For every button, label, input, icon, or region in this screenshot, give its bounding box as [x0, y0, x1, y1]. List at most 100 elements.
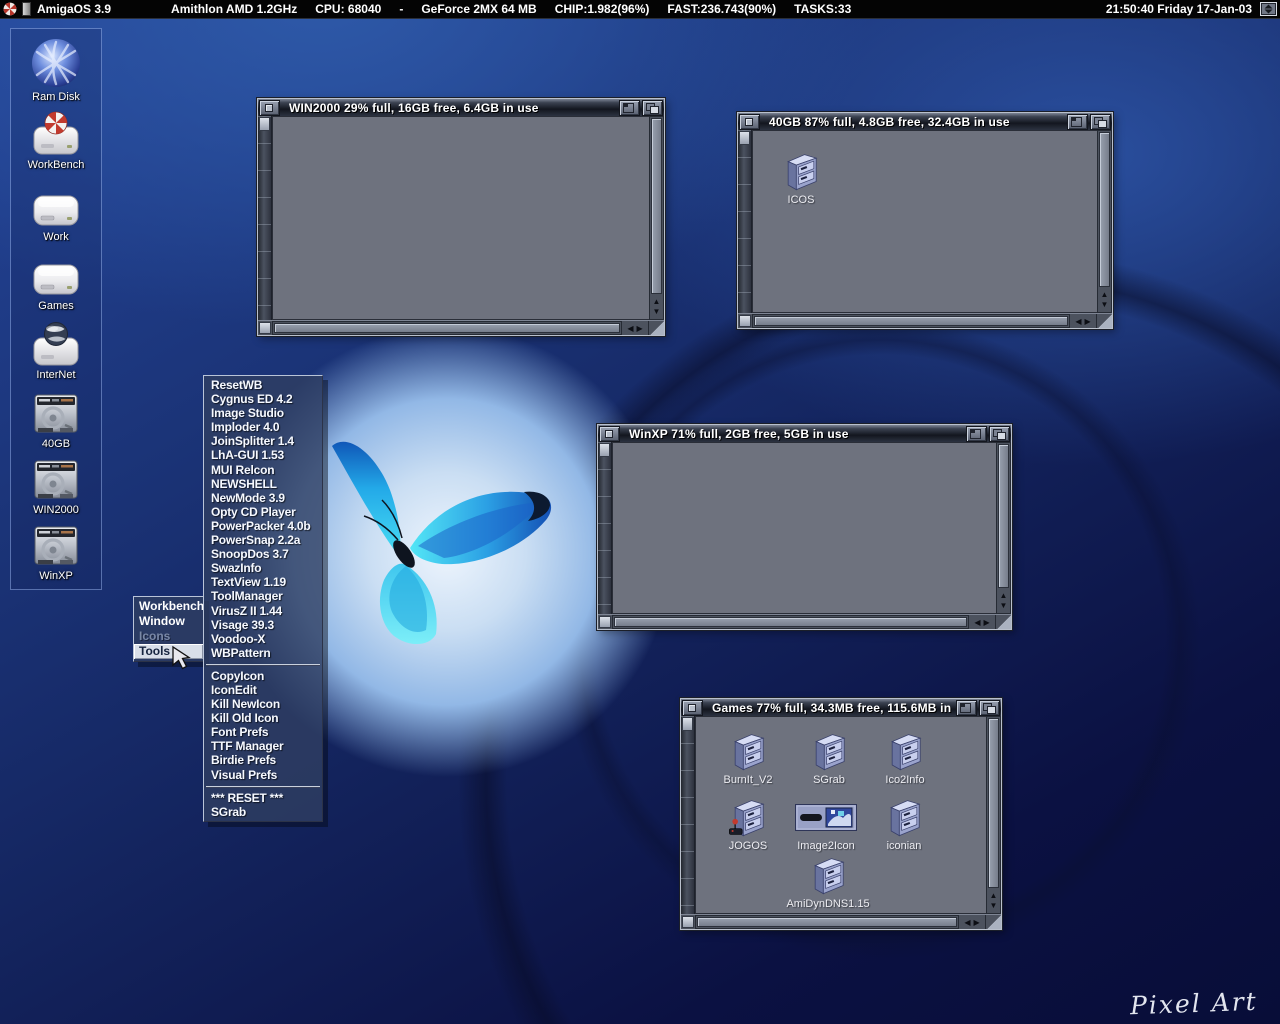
submenu-item[interactable]: WBPattern [204, 646, 322, 660]
submenu-item[interactable]: Cygnus ED 4.2 [204, 392, 322, 406]
submenu-item[interactable]: NewMode 3.9 [204, 491, 322, 505]
titlebar[interactable]: WIN2000 29% full, 16GB free, 6.4GB in us… [258, 99, 664, 116]
submenu-item[interactable]: SwazInfo [204, 561, 322, 575]
folder-icon-iconian[interactable]: iconian [866, 795, 942, 852]
tool-icon-image2icon[interactable]: Image2Icon [788, 795, 864, 852]
hscroll-arrow-icons[interactable]: ◀▶ [622, 321, 648, 335]
vscroll-arrow-icons[interactable]: ▲▼ [1098, 288, 1111, 312]
zoom-button[interactable] [619, 100, 640, 116]
submenu-item[interactable]: Visage 39.3 [204, 618, 322, 632]
submenu-item[interactable]: Opty CD Player [204, 505, 322, 519]
zoom-button[interactable] [966, 426, 987, 442]
submenu-item[interactable]: IconEdit [204, 683, 322, 697]
submenu-item[interactable]: PowerSnap 2.2a [204, 533, 322, 547]
folder-icon-jogos[interactable]: JOGOS [710, 795, 786, 852]
desktop-icon-games[interactable]: Games [11, 244, 101, 312]
depth-button[interactable] [979, 700, 1000, 716]
folder-icon-burnit[interactable]: BurnIt_V2 [710, 729, 786, 786]
resize-handle[interactable] [985, 915, 1001, 929]
submenu-item[interactable]: LhA-GUI 1.53 [204, 448, 322, 462]
submenu-item[interactable]: SGrab [204, 805, 322, 819]
titlebar[interactable]: WinXP 71% full, 2GB free, 5GB in use [598, 425, 1011, 442]
submenu-item[interactable]: Visual Prefs [204, 768, 322, 782]
desktop-icon-workbench[interactable]: WorkBench [11, 103, 101, 171]
vertical-scrollbar[interactable]: ▲▼ [996, 442, 1011, 614]
hscroll-thumb[interactable] [754, 316, 1068, 326]
hscroll-arrow-icons[interactable]: ◀▶ [959, 915, 985, 929]
vertical-scrollbar[interactable]: ▲▼ [649, 116, 664, 320]
submenu-item[interactable]: JoinSplitter 1.4 [204, 434, 322, 448]
vscroll-thumb[interactable] [1099, 132, 1110, 287]
hscroll-thumb[interactable] [614, 617, 967, 627]
close-button[interactable] [682, 700, 703, 716]
folder-icon-ico2info[interactable]: Ico2Info [867, 729, 943, 786]
submenu-item[interactable]: NEWSHELL [204, 477, 322, 491]
menu-item-tools[interactable]: Tools [134, 644, 203, 659]
hscroll-arrow-icons[interactable]: ◀▶ [1070, 314, 1096, 328]
folder-icon-sgrab[interactable]: SGrab [791, 729, 867, 786]
close-button[interactable] [259, 100, 280, 116]
submenu-item[interactable]: CopyIcon [204, 669, 322, 683]
close-button[interactable] [599, 426, 620, 442]
resize-handle[interactable] [1096, 314, 1112, 328]
screen-depth-gadget[interactable] [1260, 2, 1277, 16]
drawer-icon [781, 149, 821, 193]
resize-handle[interactable] [648, 321, 664, 335]
submenu-item[interactable]: MUI Relcon [204, 463, 322, 477]
vertical-scrollbar[interactable]: ▲▼ [1097, 130, 1112, 313]
submenu-item[interactable]: SnoopDos 3.7 [204, 547, 322, 561]
hscroll-thumb[interactable] [697, 917, 957, 927]
hscroll-thumb[interactable] [274, 323, 620, 333]
submenu-item[interactable]: *** RESET *** [204, 791, 322, 805]
desktop-icon-ramdisk[interactable]: Ram Disk [11, 35, 101, 103]
desktop-icon-winxp[interactable]: WinXP [11, 514, 101, 582]
submenu-item[interactable]: Kill Old Icon [204, 711, 322, 725]
submenu-item[interactable]: Voodoo-X [204, 632, 322, 646]
horizontal-scrollbar[interactable] [272, 321, 622, 335]
vscroll-arrow-icons[interactable]: ▲▼ [997, 589, 1010, 613]
vscroll-arrow-icons[interactable]: ▲▼ [987, 889, 1000, 913]
window-bottom-border: ◀▶ [598, 614, 1011, 629]
desktop-icon-40gb[interactable]: 40GB [11, 382, 101, 450]
depth-button[interactable] [989, 426, 1010, 442]
submenu-item[interactable]: TextView 1.19 [204, 575, 322, 589]
submenu-item[interactable]: Image Studio [204, 406, 322, 420]
submenu-item[interactable]: TTF Manager [204, 739, 322, 753]
depth-button[interactable] [1090, 114, 1111, 130]
desktop-icon-win2000[interactable]: WIN2000 [11, 448, 101, 516]
vscroll-thumb[interactable] [998, 444, 1009, 588]
vscroll-arrow-icons[interactable]: ▲▼ [650, 295, 663, 319]
submenu-item[interactable]: Imploder 4.0 [204, 420, 322, 434]
menu-item-window[interactable]: Window [134, 614, 203, 629]
submenu-item[interactable]: VirusZ II 1.44 [204, 604, 322, 618]
horizontal-scrollbar[interactable] [612, 615, 969, 629]
submenu-item[interactable]: ToolManager [204, 589, 322, 603]
resize-handle[interactable] [995, 615, 1011, 629]
titlebar[interactable]: Games 77% full, 34.3MB free, 115.6MB in … [681, 699, 1001, 716]
stat-cpu: CPU: 68040 [315, 2, 381, 16]
desktop-icon-work[interactable]: Work [11, 175, 101, 243]
submenu-item[interactable]: ResetWB [204, 378, 322, 392]
depth-button[interactable] [642, 100, 663, 116]
submenu-item[interactable]: PowerPacker 4.0b [204, 519, 322, 533]
horizontal-scrollbar[interactable] [752, 314, 1070, 328]
close-button[interactable] [739, 114, 760, 130]
window-left-border [681, 716, 695, 914]
vertical-scrollbar[interactable]: ▲▼ [986, 716, 1001, 914]
folder-icon-icos[interactable]: ICOS [763, 149, 839, 206]
desktop-icon-internet[interactable]: InterNet [11, 313, 101, 381]
horizontal-scrollbar[interactable] [695, 915, 959, 929]
submenu-item[interactable]: Birdie Prefs [204, 753, 322, 767]
vscroll-thumb[interactable] [988, 718, 999, 888]
workbench-menu: WorkbenchWindowIconsTools [133, 596, 204, 662]
zoom-button[interactable] [956, 700, 977, 716]
submenu-item[interactable]: Kill NewIcon [204, 697, 322, 711]
submenu-item[interactable]: Font Prefs [204, 725, 322, 739]
zoom-button[interactable] [1067, 114, 1088, 130]
menu-item-workbench[interactable]: Workbench [134, 599, 203, 614]
menubar: AmigaOS 3.9 Amithlon AMD 1.2GHz CPU: 680… [0, 0, 1280, 19]
titlebar[interactable]: 40GB 87% full, 4.8GB free, 32.4GB in use [738, 113, 1112, 130]
folder-icon-amidyndns[interactable]: AmiDynDNS1.15 [790, 853, 866, 910]
hscroll-arrow-icons[interactable]: ◀▶ [969, 615, 995, 629]
vscroll-thumb[interactable] [651, 118, 662, 294]
